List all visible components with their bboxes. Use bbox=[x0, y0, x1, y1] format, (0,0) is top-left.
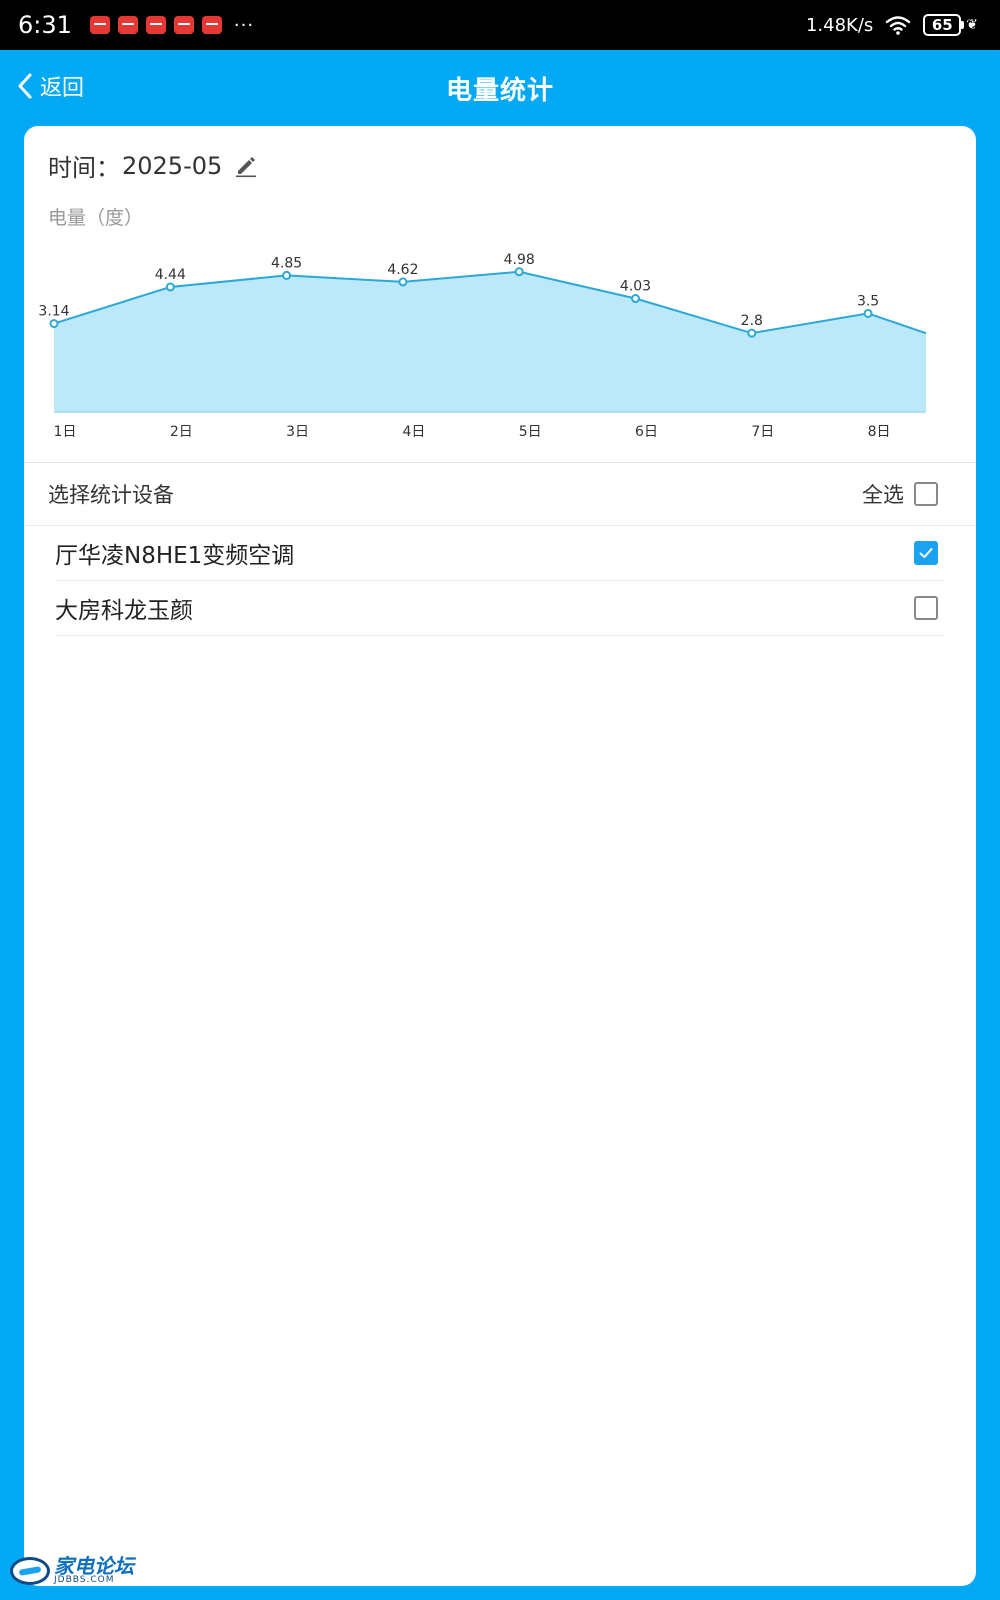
data-label: 4.44 bbox=[155, 267, 186, 283]
app-notification-icon bbox=[201, 16, 222, 34]
device-checkbox[interactable] bbox=[914, 596, 938, 620]
status-right: 1.48K/s 65 ❦ bbox=[806, 14, 978, 36]
time-filter[interactable]: 时间： 2025-05 bbox=[48, 148, 258, 183]
time-value: 2025-05 bbox=[122, 151, 223, 180]
watermark-sub: JDBBS.COM bbox=[54, 1575, 115, 1585]
device-item[interactable]: 大房科龙玉颜 bbox=[55, 581, 945, 636]
data-label: 4.62 bbox=[387, 262, 418, 278]
x-tick-label: 1日 bbox=[54, 424, 77, 440]
watermark-text: 家电论坛 JDBBS.COM bbox=[54, 1556, 134, 1585]
chart-point bbox=[165, 282, 175, 292]
x-tick-label: 5日 bbox=[519, 424, 542, 440]
x-tick-label: 3日 bbox=[286, 424, 309, 440]
app-notification-icon bbox=[117, 16, 138, 34]
device-name: 厅华凌N8HE1变频空调 bbox=[55, 543, 295, 569]
status-time: 6:31 bbox=[18, 11, 72, 39]
battery-level: 65 bbox=[923, 14, 962, 36]
data-label: 3.14 bbox=[38, 304, 69, 320]
chart-point bbox=[863, 308, 873, 318]
device-list: 厅华凌N8HE1变频空调 大房科龙玉颜 bbox=[55, 526, 945, 636]
chart-point bbox=[282, 270, 292, 280]
status-left: 6:31 ··· bbox=[18, 11, 254, 39]
battery-tip bbox=[961, 21, 965, 29]
data-label: 4.98 bbox=[504, 252, 535, 268]
data-label: 3.5 bbox=[857, 293, 879, 309]
chart-y-axis-label: 电量（度） bbox=[48, 207, 144, 229]
forum-logo-icon bbox=[10, 1556, 50, 1585]
data-label: 4.85 bbox=[271, 255, 302, 271]
back-button[interactable]: 返回 bbox=[16, 70, 84, 102]
network-speed: 1.48K/s bbox=[805, 14, 874, 36]
more-notifications-icon: ··· bbox=[233, 14, 255, 36]
power-saving-icon: ❦ bbox=[966, 17, 978, 33]
status-bar: 6:31 ··· 1.48K/s 65 ❦ bbox=[0, 0, 1000, 50]
watermark-main: 家电论坛 bbox=[54, 1554, 134, 1578]
device-item[interactable]: 厅华凌N8HE1变频空调 bbox=[55, 526, 945, 581]
x-tick-label: 6日 bbox=[635, 424, 658, 440]
chart-area bbox=[54, 271, 926, 412]
device-select-label: 选择统计设备 bbox=[48, 483, 174, 507]
select-all-checkbox[interactable] bbox=[914, 482, 938, 506]
stats-card: 时间： 2025-05 电量（度） 3.14 1日 4.44 2日 4.85 3日 4.62… bbox=[24, 126, 976, 1586]
chart-point bbox=[514, 267, 524, 277]
page-title: 电量统计 bbox=[445, 75, 554, 106]
chart-point bbox=[631, 294, 640, 304]
x-tick-label: 2日 bbox=[170, 424, 193, 440]
app-notification-icon bbox=[89, 16, 110, 34]
select-all-label: 全选 bbox=[862, 483, 904, 507]
select-all[interactable]: 全选 bbox=[862, 479, 938, 509]
pencil-icon[interactable] bbox=[234, 154, 258, 178]
device-select-header: 选择统计设备 全选 bbox=[24, 462, 976, 526]
app-notification-icon bbox=[173, 16, 194, 34]
watermark-logo: 家电论坛 JDBBS.COM bbox=[10, 1556, 134, 1585]
data-label: 4.03 bbox=[620, 279, 651, 295]
x-tick-label: 8日 bbox=[868, 424, 891, 440]
chevron-left-icon bbox=[18, 73, 32, 99]
x-tick-label: 7日 bbox=[751, 424, 774, 440]
chart-point bbox=[398, 277, 408, 287]
data-label: 2.8 bbox=[741, 313, 763, 329]
battery-icon: 65 ❦ bbox=[923, 14, 978, 36]
device-name: 大房科龙玉颜 bbox=[55, 598, 193, 624]
app-notification-icon bbox=[145, 16, 166, 34]
chart-point bbox=[49, 319, 59, 329]
chart-point bbox=[747, 328, 757, 338]
nav-bar: 返回 电量统计 bbox=[0, 50, 1000, 126]
x-tick-label: 4日 bbox=[402, 424, 425, 440]
back-label: 返回 bbox=[40, 76, 85, 101]
device-checkbox[interactable] bbox=[914, 541, 938, 565]
time-label: 时间： bbox=[48, 154, 120, 182]
wifi-icon bbox=[885, 15, 911, 35]
